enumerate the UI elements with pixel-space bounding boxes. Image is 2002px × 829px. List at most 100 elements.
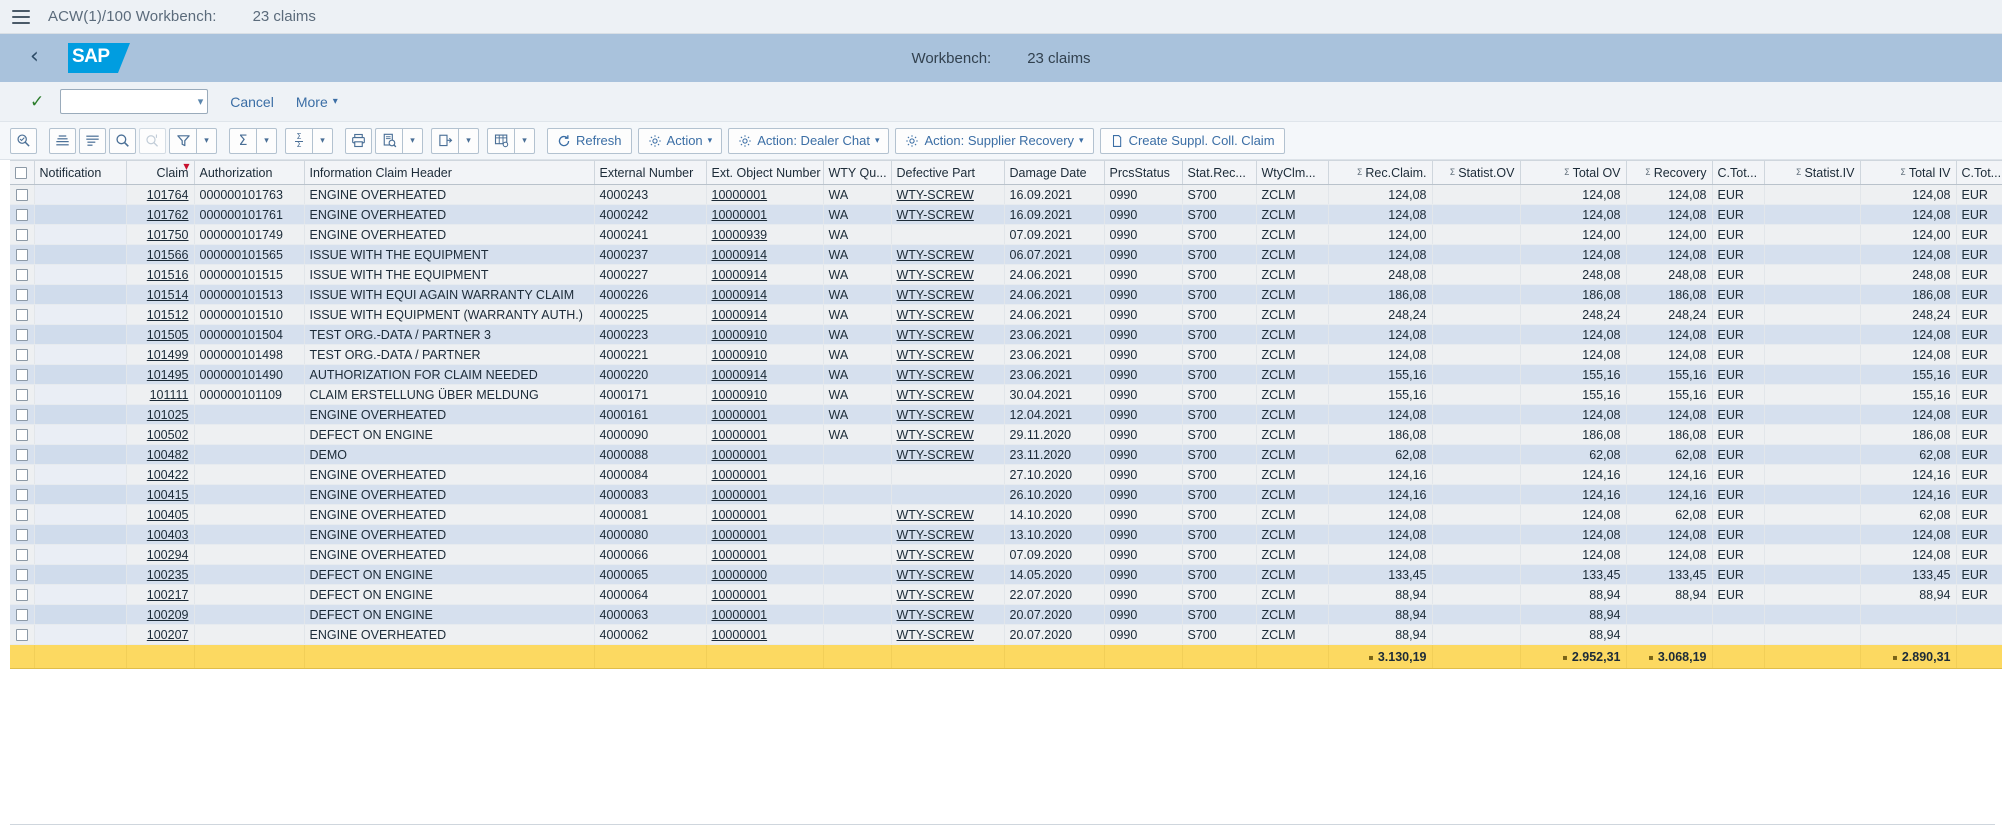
claim-link[interactable]: 100209 — [147, 608, 189, 622]
cell-claim[interactable]: 100403 — [126, 524, 195, 545]
claim-link[interactable]: 101514 — [147, 288, 189, 302]
claim-link[interactable]: 101512 — [147, 308, 189, 322]
ext_obj_no-link[interactable]: 10000001 — [712, 188, 768, 202]
table-row[interactable]: 100415 ENGINE OVERHEATED 4000083 10000001 26… — [10, 484, 2002, 505]
column-header-c_tot_2[interactable]: C.Tot... — [1956, 160, 2002, 185]
claim-link[interactable]: 101566 — [147, 248, 189, 262]
row-checkbox[interactable] — [15, 529, 28, 542]
row-checkbox[interactable] — [15, 269, 28, 282]
table-row[interactable]: 101516 000000101515 ISSUE WITH THE EQUIPME… — [10, 264, 2002, 285]
column-header-total_iv[interactable]: Σ Total IV — [1860, 160, 1957, 185]
cell-claim[interactable]: 101516 — [126, 264, 195, 285]
cell-defective_part[interactable]: WTY-SCREW — [891, 604, 1005, 625]
cell-ext_obj_no[interactable]: 10000000 — [706, 564, 824, 585]
command-input[interactable] — [67, 93, 198, 110]
column-header-claim[interactable]: Claim ▼ — [126, 160, 195, 185]
cell-ext_obj_no[interactable]: 10000001 — [706, 584, 824, 605]
table-row[interactable]: 101505 000000101504 TEST ORG.-DATA / PARTN… — [10, 324, 2002, 345]
defective_part-link[interactable]: WTY-SCREW — [897, 328, 974, 342]
row-select-cell[interactable] — [10, 404, 35, 425]
claim-link[interactable]: 101499 — [147, 348, 189, 362]
action-button[interactable]: Action ▾ — [637, 127, 723, 154]
cell-claim[interactable]: 100207 — [126, 624, 195, 645]
cell-claim[interactable]: 100482 — [126, 444, 195, 465]
select-all-checkbox[interactable] — [15, 167, 27, 180]
refresh-button[interactable]: Refresh — [547, 127, 632, 154]
hamburger-menu-icon[interactable] — [12, 6, 34, 28]
column-header-ext_obj_no[interactable]: Ext. Object Number — [706, 160, 824, 185]
column-header-defective_part[interactable]: Defective Part — [891, 160, 1005, 185]
column-header-rec_claim[interactable]: Σ Rec.Claim. — [1328, 160, 1433, 185]
ext_obj_no-link[interactable]: 10000001 — [712, 548, 768, 562]
row-select-cell[interactable] — [10, 184, 35, 205]
cell-claim[interactable]: 101764 — [126, 184, 195, 205]
cell-claim[interactable]: 100209 — [126, 604, 195, 625]
cell-defective_part[interactable]: WTY-SCREW — [891, 244, 1005, 265]
row-select-cell[interactable] — [10, 584, 35, 605]
cell-claim[interactable]: 101512 — [126, 304, 195, 325]
defective_part-link[interactable]: WTY-SCREW — [897, 428, 974, 442]
row-checkbox[interactable] — [15, 489, 28, 502]
cell-claim[interactable]: 101111 — [126, 384, 195, 405]
claim-link[interactable]: 100403 — [147, 528, 189, 542]
defective_part-link[interactable]: WTY-SCREW — [897, 568, 974, 582]
ext_obj_no-link[interactable]: 10000001 — [712, 588, 768, 602]
table-row[interactable]: 101025 ENGINE OVERHEATED 4000161 10000001 WA… — [10, 404, 2002, 425]
defective_part-link[interactable]: WTY-SCREW — [897, 628, 974, 642]
filter-menu-chevron-down-icon[interactable]: ▾ — [196, 127, 217, 154]
subtotal-menu-chevron-down-icon[interactable]: ▾ — [312, 127, 333, 154]
table-row[interactable]: 100209 DEFECT ON ENGINE 4000063 10000001 WTY… — [10, 604, 2002, 625]
defective_part-link[interactable]: WTY-SCREW — [897, 248, 974, 262]
claim-link[interactable]: 100405 — [147, 508, 189, 522]
table-row[interactable]: 101512 000000101510 ISSUE WITH EQUIPMENT (… — [10, 304, 2002, 325]
spreadsheet-icon[interactable] — [431, 127, 458, 154]
ext_obj_no-link[interactable]: 10000939 — [712, 228, 768, 242]
row-checkbox[interactable] — [15, 349, 28, 362]
column-header-statist_ov[interactable]: Σ Statist.OV — [1432, 160, 1521, 185]
cell-defective_part[interactable]: WTY-SCREW — [891, 584, 1005, 605]
cell-ext_obj_no[interactable]: 10000001 — [706, 204, 824, 225]
cell-defective_part[interactable]: WTY-SCREW — [891, 624, 1005, 645]
row-select-cell[interactable] — [10, 524, 35, 545]
row-checkbox[interactable] — [15, 429, 28, 442]
cell-defective_part[interactable]: WTY-SCREW — [891, 524, 1005, 545]
table-row[interactable]: 100403 ENGINE OVERHEATED 4000080 10000001 WT… — [10, 524, 2002, 545]
row-checkbox[interactable] — [15, 629, 28, 642]
cell-defective_part[interactable]: WTY-SCREW — [891, 324, 1005, 345]
cell-ext_obj_no[interactable]: 10000914 — [706, 364, 824, 385]
ext_obj_no-link[interactable]: 10000001 — [712, 508, 768, 522]
subtotal-icon[interactable]: ΣΣ — [285, 127, 312, 154]
ext_obj_no-link[interactable]: 10000910 — [712, 328, 768, 342]
claim-link[interactable]: 101111 — [150, 388, 189, 402]
table-row[interactable]: 101762 000000101761 ENGINE OVERHEATED 40002… — [10, 204, 2002, 225]
table-row[interactable]: 101566 000000101565 ISSUE WITH THE EQUIPME… — [10, 244, 2002, 265]
defective_part-link[interactable]: WTY-SCREW — [897, 268, 974, 282]
defective_part-link[interactable]: WTY-SCREW — [897, 308, 974, 322]
cell-defective_part[interactable]: WTY-SCREW — [891, 364, 1005, 385]
row-checkbox[interactable] — [15, 409, 28, 422]
row-select-cell[interactable] — [10, 504, 35, 525]
claim-link[interactable]: 101495 — [147, 368, 189, 382]
row-checkbox[interactable] — [15, 549, 28, 562]
ext_obj_no-link[interactable]: 10000914 — [712, 288, 768, 302]
row-checkbox[interactable] — [15, 289, 28, 302]
cell-defective_part[interactable]: WTY-SCREW — [891, 204, 1005, 225]
table-row[interactable]: 100294 ENGINE OVERHEATED 4000066 10000001 WT… — [10, 544, 2002, 565]
defective_part-link[interactable]: WTY-SCREW — [897, 368, 974, 382]
select-all-header[interactable] — [10, 160, 35, 185]
confirm-checkmark-icon[interactable]: ✓ — [30, 92, 44, 112]
layout-icon[interactable] — [487, 127, 514, 154]
action-dealer-chat-button[interactable]: Action: Dealer Chat ▾ — [728, 127, 890, 154]
cell-ext_obj_no[interactable]: 10000001 — [706, 444, 824, 465]
cell-defective_part[interactable]: WTY-SCREW — [891, 284, 1005, 305]
row-select-cell[interactable] — [10, 604, 35, 625]
cell-defective_part[interactable]: WTY-SCREW — [891, 424, 1005, 445]
row-select-cell[interactable] — [10, 204, 35, 225]
claim-link[interactable]: 100422 — [147, 468, 189, 482]
row-select-cell[interactable] — [10, 304, 35, 325]
cell-claim[interactable]: 101566 — [126, 244, 195, 265]
cell-claim[interactable]: 100294 — [126, 544, 195, 565]
row-select-cell[interactable] — [10, 464, 35, 485]
defective_part-link[interactable]: WTY-SCREW — [897, 608, 974, 622]
defective_part-link[interactable]: WTY-SCREW — [897, 588, 974, 602]
